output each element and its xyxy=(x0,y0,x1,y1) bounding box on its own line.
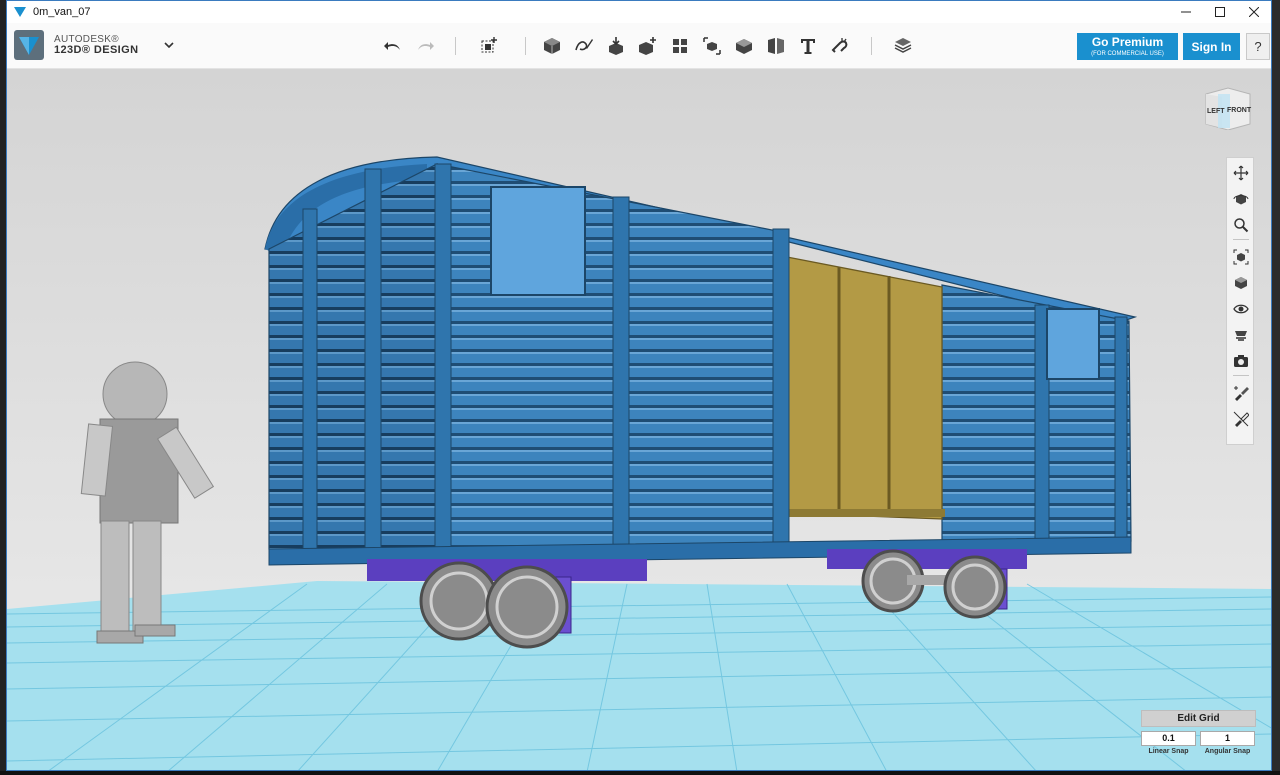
viewcube-front-label: FRONT xyxy=(1227,107,1252,114)
toolbar-separator xyxy=(525,37,526,55)
app-window: 0m_van_07 AUTODESK® 123D® DESIGN Go Prem… xyxy=(6,0,1272,771)
undo-button[interactable] xyxy=(380,33,406,59)
minimize-icon xyxy=(1181,11,1191,13)
measure-icon xyxy=(768,38,784,54)
view-cube[interactable]: LEFT FRONT xyxy=(1202,84,1254,130)
brand-line-2: 123D® DESIGN xyxy=(54,44,139,56)
sign-in-button[interactable]: Sign In xyxy=(1183,33,1240,60)
zoom-button[interactable] xyxy=(1231,215,1251,235)
close-button[interactable] xyxy=(1237,1,1271,23)
cube-primitive-icon xyxy=(544,38,560,54)
combine-icon xyxy=(736,39,752,54)
orbit-button[interactable] xyxy=(1231,189,1251,209)
sketch-button[interactable] xyxy=(571,33,597,59)
linear-snap-input[interactable]: 0.1 xyxy=(1141,731,1196,746)
nav-separator xyxy=(1233,375,1249,376)
undo-icon xyxy=(384,42,400,50)
magnet-icon xyxy=(831,38,848,53)
maximize-icon xyxy=(1215,7,1225,17)
orbit-icon xyxy=(1233,194,1249,205)
go-premium-sublabel: (FOR COMMERCIAL USE) xyxy=(1091,51,1164,57)
tool-a-button[interactable] xyxy=(1231,383,1251,403)
modify-icon xyxy=(639,37,656,55)
desktop-edge-right xyxy=(1272,0,1280,775)
transform-tool-button[interactable] xyxy=(476,33,502,59)
construct-icon xyxy=(609,37,623,55)
window-title: 0m_van_07 xyxy=(33,6,91,18)
pan-button[interactable] xyxy=(1231,163,1251,183)
construct-button[interactable] xyxy=(603,33,629,59)
main-toolbar: AUTODESK® 123D® DESIGN Go Premium (FOR C… xyxy=(7,23,1271,69)
go-premium-label: Go Premium xyxy=(1091,35,1164,49)
redo-icon xyxy=(418,42,434,50)
material-button[interactable] xyxy=(890,33,916,59)
edit-grid-button[interactable]: Edit Grid xyxy=(1141,710,1256,727)
brush-icon xyxy=(1234,386,1249,401)
brush-settings-icon xyxy=(1233,411,1249,427)
zoom-icon xyxy=(1234,218,1249,233)
snap-button[interactable] xyxy=(827,33,853,59)
measure-button[interactable] xyxy=(763,33,789,59)
perspective-icon xyxy=(1235,277,1247,289)
sketch-icon xyxy=(575,39,593,51)
modify-button[interactable] xyxy=(635,33,661,59)
close-icon xyxy=(1249,7,1259,17)
visibility-button[interactable] xyxy=(1231,299,1251,319)
pattern-button[interactable] xyxy=(667,33,693,59)
autodesk-logo-icon xyxy=(14,30,44,60)
ground-grid xyxy=(7,581,1271,770)
navigation-bar xyxy=(1226,157,1254,445)
fit-icon xyxy=(1233,249,1249,265)
redo-button[interactable] xyxy=(412,33,438,59)
grouping-button[interactable] xyxy=(699,33,725,59)
angular-snap-input[interactable]: 1 xyxy=(1200,731,1255,746)
toolbar-separator xyxy=(871,37,872,55)
material-view-icon xyxy=(1235,331,1247,341)
fit-button[interactable] xyxy=(1231,247,1251,267)
app-logo-icon xyxy=(14,7,26,17)
go-premium-button[interactable]: Go Premium (FOR COMMERCIAL USE) xyxy=(1077,33,1178,60)
angular-snap-label: Angular Snap xyxy=(1204,748,1251,755)
help-button[interactable]: ? xyxy=(1246,33,1270,60)
scene-canvas xyxy=(7,156,1271,770)
tool-b-button[interactable] xyxy=(1231,409,1251,429)
transform-icon xyxy=(481,37,497,53)
camera-icon xyxy=(1234,355,1248,367)
primitives-button[interactable] xyxy=(539,33,565,59)
text-icon xyxy=(801,39,815,54)
grouping-icon xyxy=(703,37,721,55)
material-view-button[interactable] xyxy=(1231,325,1251,345)
van-model xyxy=(264,156,1138,566)
text-button[interactable] xyxy=(795,33,821,59)
perspective-button[interactable] xyxy=(1231,273,1251,293)
layers-icon xyxy=(894,38,912,53)
combine-button[interactable] xyxy=(731,33,757,59)
nav-separator xyxy=(1233,239,1249,240)
eye-icon xyxy=(1233,304,1249,314)
pattern-icon xyxy=(673,39,687,53)
grid-panel: Edit Grid 0.1 1 Linear Snap Angular Snap xyxy=(1141,710,1259,764)
app-menu[interactable]: AUTODESK® 123D® DESIGN xyxy=(13,29,175,61)
taskbar-edge xyxy=(0,771,1280,775)
maximize-button[interactable] xyxy=(1203,1,1237,23)
minimize-button[interactable] xyxy=(1169,1,1203,23)
chevron-down-icon xyxy=(164,42,175,48)
3d-viewport[interactable]: LEFT FRONT Edit Grid 0.1 1 Linear Snap A… xyxy=(7,69,1271,770)
pan-icon xyxy=(1233,165,1249,181)
viewcube-left-label: LEFT xyxy=(1207,108,1225,115)
title-bar: 0m_van_07 xyxy=(7,1,1271,23)
linear-snap-label: Linear Snap xyxy=(1148,748,1189,755)
toolbar-separator xyxy=(455,37,456,55)
snapshot-button[interactable] xyxy=(1231,351,1251,371)
